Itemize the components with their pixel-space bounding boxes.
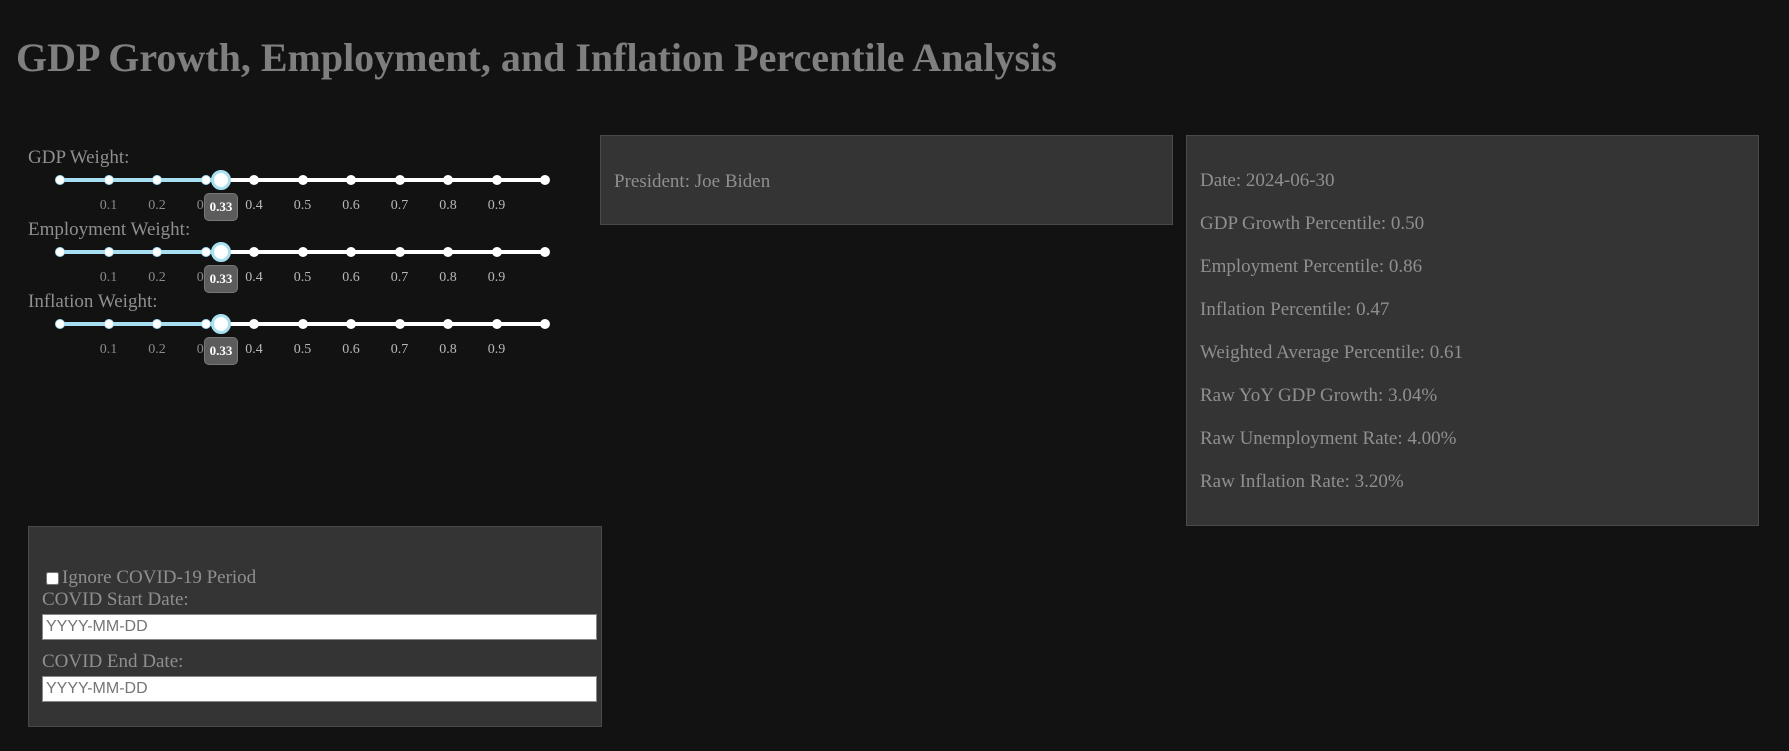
slider-step-dot[interactable] [394, 319, 405, 329]
slider-step-dot[interactable] [200, 247, 211, 257]
slider-step-dot[interactable] [55, 247, 65, 257]
covid-end-label: COVID End Date: [42, 651, 184, 672]
inflation-weight-slider-group: Inflation Weight: 0.10.20.30.40.50.60.70… [28, 291, 558, 365]
slider-mark-label: 0.1 [99, 342, 118, 357]
slider-step-dot[interactable] [249, 319, 259, 329]
slider-step-dot[interactable] [103, 175, 114, 185]
slider-step-dot[interactable] [55, 319, 65, 329]
slider-step-dot[interactable] [491, 175, 502, 185]
slider-step-dot[interactable] [394, 175, 405, 185]
slider-handle[interactable] [211, 314, 232, 334]
stats-panel: Date: 2024-06-30 GDP Growth Percentile: … [1186, 135, 1759, 526]
ignore-covid-row[interactable]: Ignore COVID-19 Period [42, 567, 256, 589]
covid-start-date-input[interactable] [42, 614, 597, 640]
slider-mark-label: 0.8 [439, 198, 457, 213]
slider-step-dot[interactable] [346, 175, 356, 185]
slider-step-dot[interactable] [297, 247, 308, 257]
slider-step-dot[interactable] [103, 319, 114, 329]
slider-step-dot[interactable] [297, 319, 308, 329]
employment-weight-slider-group: Employment Weight: 0.10.20.30.40.50.60.7… [28, 219, 558, 293]
covid-end-date-input[interactable] [42, 676, 597, 702]
slider-step-dot[interactable] [540, 319, 550, 329]
slider-mark-label: 0.2 [148, 270, 166, 285]
slider-value-tooltip: 0.33 [204, 193, 239, 221]
slider-step-dot[interactable] [55, 175, 65, 185]
slider-mark-label: 0.7 [390, 342, 409, 357]
slider-step-dot[interactable] [443, 319, 453, 329]
slider-step-dot[interactable] [200, 175, 211, 185]
slider-handle[interactable] [211, 170, 232, 190]
slider-mark-label: 0.6 [342, 198, 360, 213]
covid-panel: Ignore COVID-19 Period COVID Start Date:… [28, 526, 602, 727]
slider-mark-label: 0.1 [99, 270, 118, 285]
slider-value-tooltip: 0.33 [204, 337, 239, 365]
slider-step-dot[interactable] [103, 247, 114, 257]
stat-raw-unemployment-rate: Raw Unemployment Rate: 4.00% [1200, 428, 1457, 449]
slider-step-dot[interactable] [152, 247, 162, 257]
slider-step-dot[interactable] [152, 175, 162, 185]
slider-step-dot[interactable] [443, 175, 453, 185]
slider-mark-label: 0.9 [487, 342, 506, 357]
slider-mark-label: 0.7 [390, 198, 409, 213]
gdp-weight-label: GDP Weight: [28, 147, 130, 168]
slider-step-dot[interactable] [200, 319, 211, 329]
slider-mark-label: 0.6 [342, 342, 360, 357]
stat-gdp-growth-percentile: GDP Growth Percentile: 0.50 [1200, 213, 1425, 234]
gdp-weight-slider[interactable]: 0.10.20.30.40.50.60.70.80.90.33 [55, 168, 550, 221]
slider-step-dot[interactable] [540, 175, 550, 185]
slider-mark-label: 0.9 [487, 198, 506, 213]
stat-raw-inflation-rate: Raw Inflation Rate: 3.20% [1200, 471, 1404, 492]
stat-date: Date: 2024-06-30 [1200, 170, 1335, 191]
slider-mark-label: 0.2 [148, 198, 166, 213]
slider-mark-label: 0.7 [390, 270, 409, 285]
president-panel: President: Joe Biden [600, 135, 1173, 225]
stat-inflation-percentile: Inflation Percentile: 0.47 [1200, 299, 1390, 320]
slider-step-dot[interactable] [249, 175, 259, 185]
inflation-weight-label: Inflation Weight: [28, 291, 158, 312]
covid-start-label: COVID Start Date: [42, 589, 189, 610]
slider-track [60, 178, 221, 182]
president-text: President: Joe Biden [614, 171, 771, 192]
slider-mark-label: 0.5 [293, 342, 312, 357]
slider-mark-label: 0.8 [439, 342, 457, 357]
slider-mark-label: 0.5 [293, 270, 312, 285]
slider-value-tooltip: 0.33 [204, 265, 239, 293]
page-title: GDP Growth, Employment, and Inflation Pe… [16, 35, 1057, 80]
slider-step-dot[interactable] [249, 247, 259, 257]
slider-mark-label: 0.4 [245, 198, 263, 213]
slider-mark-label: 0.9 [487, 270, 506, 285]
slider-step-dot[interactable] [346, 319, 356, 329]
slider-mark-label: 0.2 [148, 342, 166, 357]
slider-step-dot[interactable] [346, 247, 356, 257]
gdp-weight-slider-group: GDP Weight: 0.10.20.30.40.50.60.70.80.90… [28, 147, 558, 221]
stat-raw-gdp-growth: Raw YoY GDP Growth: 3.04% [1200, 385, 1438, 406]
slider-step-dot[interactable] [491, 247, 502, 257]
slider-step-dot[interactable] [540, 247, 550, 257]
slider-mark-label: 0.5 [293, 198, 312, 213]
slider-mark-label: 0.6 [342, 270, 360, 285]
slider-handle[interactable] [211, 242, 232, 262]
slider-step-dot[interactable] [394, 247, 405, 257]
slider-step-dot[interactable] [491, 319, 502, 329]
slider-mark-label: 0.4 [245, 270, 263, 285]
slider-step-dot[interactable] [152, 319, 162, 329]
slider-step-dot[interactable] [297, 175, 308, 185]
ignore-covid-checkbox[interactable] [46, 571, 59, 585]
slider-mark-label: 0.8 [439, 270, 457, 285]
inflation-weight-slider[interactable]: 0.10.20.30.40.50.60.70.80.90.33 [55, 312, 550, 365]
stat-weighted-average-percentile: Weighted Average Percentile: 0.61 [1200, 342, 1463, 363]
slider-track [60, 250, 221, 254]
stat-employment-percentile: Employment Percentile: 0.86 [1200, 256, 1423, 277]
slider-mark-label: 0.4 [245, 342, 263, 357]
slider-mark-label: 0.1 [99, 198, 118, 213]
slider-track [60, 322, 221, 326]
slider-step-dot[interactable] [443, 247, 453, 257]
employment-weight-slider[interactable]: 0.10.20.30.40.50.60.70.80.90.33 [55, 240, 550, 293]
employment-weight-label: Employment Weight: [28, 219, 191, 240]
ignore-covid-label: Ignore COVID-19 Period [62, 567, 257, 588]
